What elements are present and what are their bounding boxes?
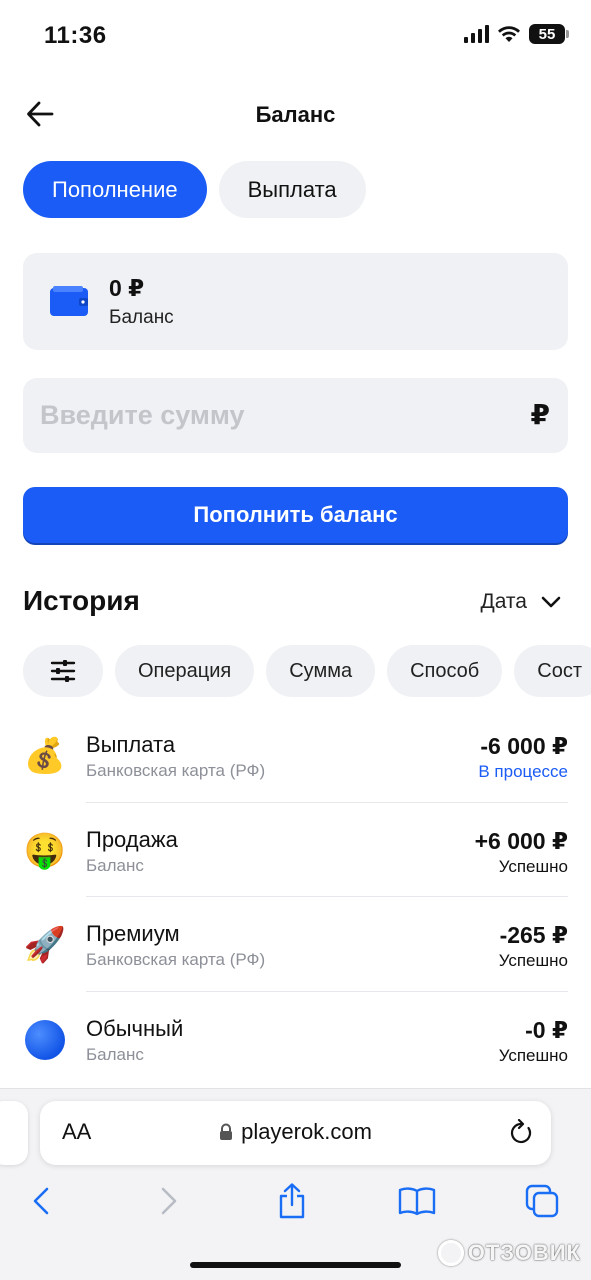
transaction-amount: -6 000 ₽ [480, 733, 568, 759]
watermark-logo-icon [437, 1240, 464, 1266]
browser-nav-row [0, 1179, 591, 1223]
filter-settings-button[interactable] [23, 645, 103, 697]
transaction-list: 💰 Выплата Банковская карта (РФ) -6 000 ₽… [0, 708, 591, 1086]
cellular-signal-icon [464, 25, 489, 43]
address-bar[interactable]: AA playerok.com [40, 1101, 551, 1165]
currency-sign: ₽ [530, 399, 550, 430]
sliders-icon [50, 660, 76, 682]
tab-topup[interactable]: Пополнение [23, 161, 207, 218]
money-bag-icon: 💰 [23, 737, 67, 775]
balance-card: 0 ₽ Баланс [23, 253, 568, 350]
home-indicator [190, 1262, 401, 1268]
balance-label: Баланс [109, 307, 174, 328]
reload-button[interactable] [509, 1118, 533, 1150]
amount-input[interactable] [40, 378, 500, 453]
amount-field: ₽ [23, 378, 568, 453]
tab-payout[interactable]: Выплата [218, 161, 366, 218]
wifi-icon [498, 26, 520, 42]
sort-label: Дата [480, 590, 527, 613]
transaction-title: Обычный [86, 1015, 184, 1041]
transaction-title: Премиум [86, 921, 180, 946]
watermark: ОТЗОВИК [437, 1240, 581, 1266]
money-face-icon: 🤑 [23, 831, 67, 870]
page-header: Баланс [0, 88, 591, 142]
previous-tab-preview[interactable] [0, 1101, 28, 1165]
transaction-status: Успешно [498, 1045, 568, 1065]
balance-amount: 0 ₽ [109, 275, 145, 301]
transaction-row[interactable]: 🤑 Продажа Баланс +6 000 ₽ Успешно [0, 803, 591, 897]
page-title: Баланс [255, 102, 336, 127]
sort-dropdown[interactable]: Дата [480, 590, 561, 614]
transaction-method: Баланс [86, 855, 144, 875]
bookmarks-button[interactable] [395, 1179, 439, 1223]
chevron-down-icon [541, 596, 561, 608]
book-icon [398, 1187, 436, 1216]
transaction-title: Продажа [86, 826, 178, 852]
filter-chip-amount[interactable]: Сумма [266, 645, 376, 697]
transaction-title: Выплата [86, 732, 176, 757]
wallet-icon [50, 286, 88, 316]
chevron-right-icon [161, 1187, 177, 1215]
transaction-amount: +6 000 ₽ [474, 827, 568, 854]
filter-chip-method[interactable]: Способ [387, 645, 503, 697]
rocket-icon: 🚀 [23, 926, 67, 964]
filter-bar: Операция Сумма Способ Сост [0, 640, 591, 702]
transaction-row[interactable]: 💰 Выплата Банковская карта (РФ) -6 000 ₽… [0, 708, 591, 803]
tabs-button[interactable] [520, 1179, 564, 1223]
transaction-status: Успешно [498, 856, 568, 876]
browser-back-button[interactable] [19, 1179, 63, 1223]
transaction-row[interactable]: 🚀 Премиум Банковская карта (РФ) -265 ₽ У… [0, 897, 591, 992]
url-text: playerok.com [241, 1119, 372, 1144]
browser-toolbar: AA playerok.com ОТЗОВИК [0, 1088, 591, 1280]
url-display: playerok.com [40, 1119, 551, 1145]
topup-balance-button[interactable]: Пополнить баланс [23, 487, 568, 543]
lock-icon [220, 1123, 233, 1140]
transaction-amount: -265 ₽ [499, 922, 568, 948]
status-bar: 11:36 55 [0, 0, 591, 70]
transaction-amount: -0 ₽ [525, 1016, 568, 1043]
transaction-status: Успешно [498, 951, 568, 970]
blue-circle-icon [23, 1018, 67, 1062]
history-title: История [23, 585, 140, 616]
browser-forward-button[interactable] [147, 1179, 191, 1223]
filter-chip-operation[interactable]: Операция [115, 645, 255, 697]
battery-icon: 55 [529, 24, 569, 44]
chevron-left-icon [33, 1187, 49, 1215]
tabs-icon [525, 1184, 559, 1218]
mode-tabs: Пополнение Выплата [23, 161, 366, 218]
reload-icon [510, 1118, 532, 1144]
status-icons: 55 [464, 24, 569, 44]
filter-chip-status[interactable]: Сост [514, 645, 591, 697]
share-button[interactable] [270, 1179, 314, 1223]
transaction-row[interactable]: Обычный Баланс -0 ₽ Успешно [0, 992, 591, 1087]
share-icon [279, 1183, 305, 1219]
transaction-method: Баланс [86, 1044, 144, 1064]
transaction-status: В процессе [478, 762, 568, 781]
status-time: 11:36 [44, 22, 107, 49]
transaction-method: Банковская карта (РФ) [86, 761, 266, 780]
transaction-method: Банковская карта (РФ) [86, 950, 266, 969]
